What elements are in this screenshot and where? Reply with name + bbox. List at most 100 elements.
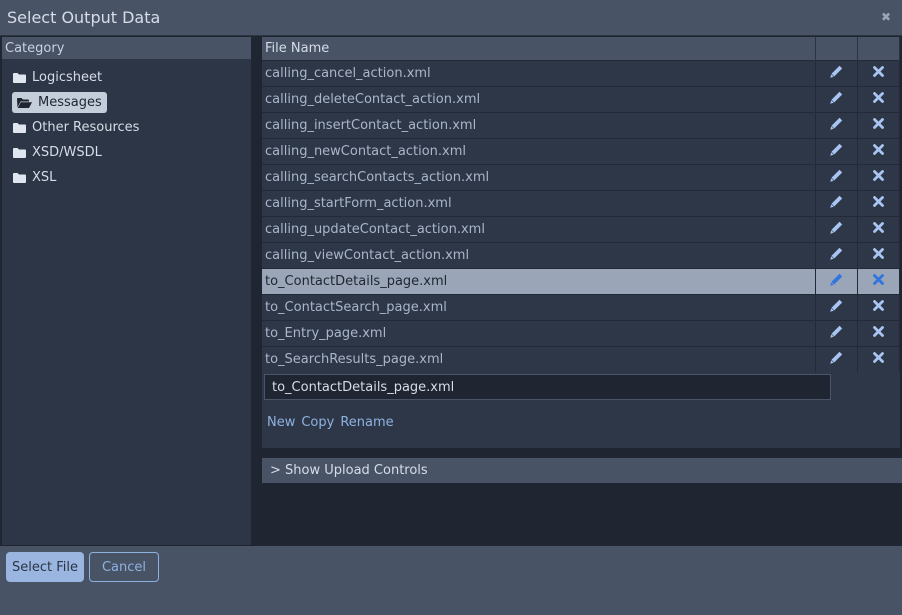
category-item-inner: XSD/WSDL [12, 142, 106, 163]
category-item-other-resources[interactable]: Other Resources [2, 115, 251, 140]
x-icon [873, 273, 884, 289]
x-icon [873, 221, 884, 237]
delete-file-button[interactable] [857, 345, 900, 372]
file-table: File Name calling_cancel_action.xml calli… [262, 37, 900, 372]
x-icon [873, 195, 884, 211]
delete-file-button[interactable] [857, 59, 900, 86]
pencil-icon [830, 273, 843, 290]
edit-file-button[interactable] [815, 215, 859, 242]
x-icon [873, 299, 884, 315]
file-name-cell[interactable]: calling_newContact_action.xml [262, 137, 817, 164]
edit-file-button[interactable] [815, 319, 859, 346]
delete-file-button[interactable] [857, 111, 900, 138]
category-item-label: Messages [38, 95, 102, 110]
x-icon [873, 351, 884, 367]
edit-file-button[interactable] [815, 293, 859, 320]
category-item-xsd-wsdl[interactable]: XSD/WSDL [2, 140, 251, 165]
file-name-cell[interactable]: calling_insertContact_action.xml [262, 111, 817, 138]
delete-file-button[interactable] [857, 267, 900, 294]
file-row[interactable]: to_Entry_page.xml [262, 319, 900, 346]
file-name-cell[interactable]: calling_startForm_action.xml [262, 189, 817, 216]
edit-file-button[interactable] [815, 85, 859, 112]
pencil-icon [830, 169, 843, 186]
edit-file-button[interactable] [815, 241, 859, 268]
delete-file-button[interactable] [857, 137, 900, 164]
dialog-title: Select Output Data [7, 8, 161, 27]
pencil-icon [830, 351, 843, 368]
edit-file-button[interactable] [815, 267, 859, 294]
file-row[interactable]: to_ContactDetails_page.xml [262, 267, 900, 294]
file-name-cell[interactable]: calling_updateContact_action.xml [262, 215, 817, 242]
category-item-label: Other Resources [32, 120, 140, 135]
pencil-icon [830, 143, 843, 160]
folder-icon [13, 122, 26, 133]
category-item-label: Logicsheet [32, 70, 103, 85]
category-item-label: XSD/WSDL [32, 145, 102, 160]
file-name-cell[interactable]: to_Entry_page.xml [262, 319, 817, 346]
file-name-cell[interactable]: calling_searchContacts_action.xml [262, 163, 817, 190]
filename-input[interactable] [264, 374, 831, 400]
file-row[interactable]: calling_updateContact_action.xml [262, 215, 900, 242]
pencil-icon [830, 91, 843, 108]
file-row[interactable]: calling_cancel_action.xml [262, 59, 900, 86]
category-item-messages[interactable]: Messages [2, 90, 251, 115]
column-header-file-name[interactable]: File Name [262, 37, 817, 60]
delete-file-button[interactable] [857, 241, 900, 268]
file-row[interactable]: to_ContactSearch_page.xml [262, 293, 900, 320]
edit-file-button[interactable] [815, 345, 859, 372]
folder-icon [13, 147, 26, 158]
file-edit-area: New Copy Rename [262, 372, 900, 448]
delete-file-button[interactable] [857, 189, 900, 216]
file-table-header: File Name [262, 37, 900, 60]
file-row[interactable]: calling_deleteContact_action.xml [262, 85, 900, 112]
new-link[interactable]: New [267, 415, 295, 430]
file-name-cell[interactable]: to_ContactDetails_page.xml [262, 267, 817, 294]
category-item-xsl[interactable]: XSL [2, 165, 251, 190]
delete-file-button[interactable] [857, 85, 900, 112]
close-x-icon[interactable]: ✖ [881, 10, 891, 24]
category-item-inner: Other Resources [12, 117, 143, 138]
category-header: Category [2, 37, 251, 59]
file-name-cell[interactable]: calling_viewContact_action.xml [262, 241, 817, 268]
delete-file-button[interactable] [857, 163, 900, 190]
x-icon [873, 247, 884, 263]
edit-file-button[interactable] [815, 111, 859, 138]
dialog-titlebar: Select Output Data ✖ [0, 0, 902, 36]
edit-file-button[interactable] [815, 189, 859, 216]
category-list: Logicsheet Messages Other Resources XSD/WSD… [2, 59, 251, 190]
x-icon [873, 169, 884, 185]
edit-file-button[interactable] [815, 163, 859, 190]
file-row[interactable]: calling_viewContact_action.xml [262, 241, 900, 268]
rename-link[interactable]: Rename [340, 415, 393, 430]
pencil-icon [830, 195, 843, 212]
file-name-cell[interactable]: calling_deleteContact_action.xml [262, 85, 817, 112]
category-panel: Category Logicsheet Messages Other Resourc… [2, 37, 251, 545]
category-item-inner: Messages [12, 92, 107, 113]
file-row[interactable]: calling_startForm_action.xml [262, 189, 900, 216]
category-item-logicsheet[interactable]: Logicsheet [2, 65, 251, 90]
x-icon [873, 143, 884, 159]
column-header-delete [857, 37, 900, 60]
delete-file-button[interactable] [857, 293, 900, 320]
delete-file-button[interactable] [857, 319, 900, 346]
delete-file-button[interactable] [857, 215, 900, 242]
file-name-cell[interactable]: to_ContactSearch_page.xml [262, 293, 817, 320]
select-file-button[interactable]: Select File [6, 552, 84, 582]
pencil-icon [830, 117, 843, 134]
file-row[interactable]: calling_newContact_action.xml [262, 137, 900, 164]
column-header-edit [815, 37, 859, 60]
cancel-button[interactable]: Cancel [89, 552, 159, 582]
file-row[interactable]: to_SearchResults_page.xml [262, 345, 900, 372]
pencil-icon [830, 221, 843, 238]
x-icon [873, 117, 884, 133]
edit-file-button[interactable] [815, 59, 859, 86]
file-name-cell[interactable]: calling_cancel_action.xml [262, 59, 817, 86]
file-row[interactable]: calling_insertContact_action.xml [262, 111, 900, 138]
copy-link[interactable]: Copy [301, 415, 334, 430]
file-actions: New Copy Rename [267, 415, 394, 430]
show-upload-controls-toggle[interactable]: > Show Upload Controls [262, 458, 902, 483]
folder-icon [13, 172, 26, 183]
file-row[interactable]: calling_searchContacts_action.xml [262, 163, 900, 190]
file-name-cell[interactable]: to_SearchResults_page.xml [262, 345, 817, 372]
edit-file-button[interactable] [815, 137, 859, 164]
